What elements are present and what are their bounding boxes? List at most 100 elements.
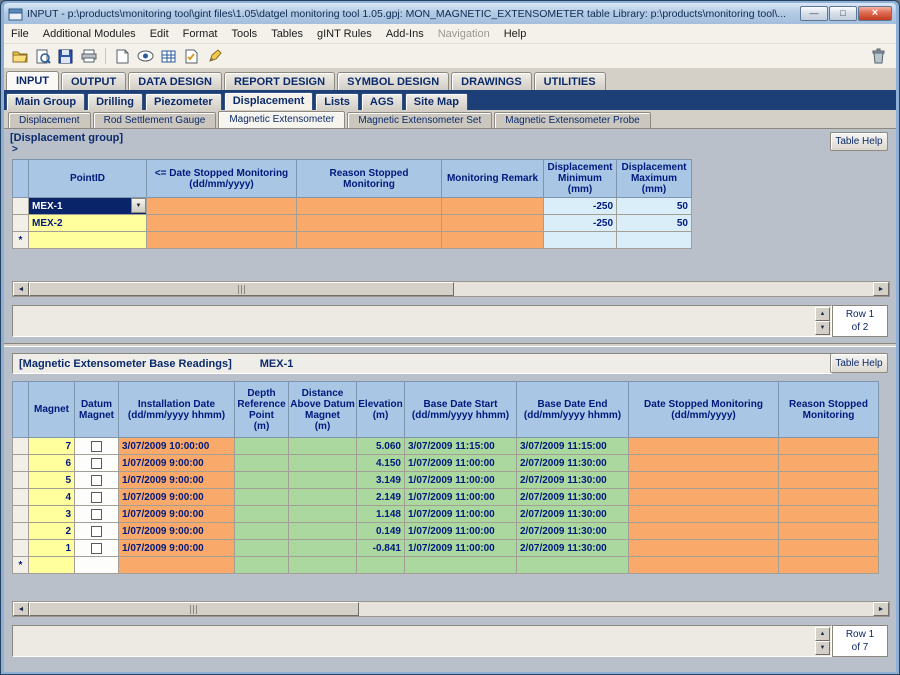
tab-displacement[interactable]: Displacement [8,112,91,128]
magnet-cell[interactable]: 7 [29,438,75,455]
tab-symbol-design[interactable]: SYMBOL DESIGN [337,72,449,90]
elevation-cell[interactable]: 2.149 [357,489,405,506]
datum-magnet-checkbox[interactable] [91,458,102,469]
distance-above-cell[interactable] [289,438,357,455]
maximize-button[interactable]: □ [829,6,857,21]
tab-drilling[interactable]: Drilling [87,93,143,110]
table-help-button[interactable]: Table Help [830,353,888,373]
menu-help[interactable]: Help [497,26,534,42]
design-pencil-icon[interactable] [204,46,225,66]
magnet-cell[interactable]: 5 [29,472,75,489]
document-icon[interactable] [112,46,133,66]
installation-date-cell[interactable]: 1/07/2009 9:00:00 [119,523,235,540]
disp-min-cell[interactable] [544,232,617,249]
magnet-cell[interactable]: 1 [29,540,75,557]
tab-piezometer[interactable]: Piezometer [145,93,222,110]
scroll-down-button[interactable]: ▼ [815,321,830,335]
installation-date-cell[interactable]: 3/07/2009 10:00:00 [119,438,235,455]
date-stopped-cell[interactable] [629,557,779,574]
tab-utilities[interactable]: UTILITIES [534,72,606,90]
depth-reference-cell[interactable] [235,557,289,574]
distance-above-cell[interactable] [289,523,357,540]
print-icon[interactable] [78,46,99,66]
scroll-down-button[interactable]: ▼ [815,641,830,655]
date-stopped-cell[interactable] [147,215,297,232]
distance-above-cell[interactable] [289,472,357,489]
installation-date-cell[interactable]: 1/07/2009 9:00:00 [119,455,235,472]
installation-date-cell[interactable]: 1/07/2009 9:00:00 [119,540,235,557]
reason-stopped-cell[interactable] [297,198,442,215]
scroll-up-button[interactable]: ▲ [815,627,830,641]
date-stopped-cell[interactable] [629,506,779,523]
datum-magnet-checkbox[interactable] [91,526,102,537]
date-stopped-cell[interactable] [629,489,779,506]
base-date-start-cell[interactable]: 1/07/2009 11:00:00 [405,523,517,540]
distance-above-cell[interactable] [289,506,357,523]
remark-memo-box[interactable]: ▲ ▼ [12,625,832,657]
base-date-end-cell[interactable]: 2/07/2009 11:30:00 [517,523,629,540]
new-row-marker[interactable]: * [13,232,29,249]
eye-preview-icon[interactable] [135,46,156,66]
monitoring-remark-cell[interactable] [442,198,544,215]
date-stopped-cell[interactable] [629,438,779,455]
depth-reference-cell[interactable] [235,472,289,489]
reason-stopped-cell[interactable] [779,506,879,523]
remark-memo-box[interactable]: ▲ ▼ [12,305,832,337]
save-icon[interactable] [55,46,76,66]
installation-date-cell[interactable]: 1/07/2009 9:00:00 [119,506,235,523]
tab-magnetic-extensometer[interactable]: Magnetic Extensometer [218,111,345,128]
distance-above-cell[interactable] [289,455,357,472]
print-preview-icon[interactable] [32,46,53,66]
row-selector[interactable] [13,540,29,557]
tab-rod-settlement-gauge[interactable]: Rod Settlement Gauge [93,112,217,128]
menu-add-ins[interactable]: Add-Ins [379,26,431,42]
date-stopped-cell[interactable] [629,455,779,472]
magnet-cell[interactable]: 4 [29,489,75,506]
row-selector[interactable] [13,523,29,540]
disp-max-cell[interactable]: 50 [617,198,692,215]
base-date-end-cell[interactable]: 3/07/2009 11:15:00 [517,438,629,455]
pointid-cell[interactable]: MEX-2 [29,215,147,232]
datum-magnet-checkbox[interactable] [91,441,102,452]
row-selector[interactable] [13,472,29,489]
tab-ags[interactable]: AGS [361,93,403,110]
datum-magnet-cell[interactable] [75,523,119,540]
scroll-left-button[interactable]: ◄ [13,282,29,296]
menu-tools[interactable]: Tools [225,26,265,42]
monitoring-remark-cell[interactable] [442,232,544,249]
disp-min-cell[interactable]: -250 [544,198,617,215]
tab-drawings[interactable]: DRAWINGS [451,72,532,90]
tab-site-map[interactable]: Site Map [405,93,468,110]
reason-stopped-cell[interactable] [779,557,879,574]
pointid-cell[interactable] [29,232,147,249]
scroll-right-button[interactable]: ► [873,602,889,616]
depth-reference-cell[interactable] [235,438,289,455]
datum-magnet-checkbox[interactable] [91,475,102,486]
row-selector[interactable] [13,215,29,232]
date-stopped-cell[interactable] [629,472,779,489]
datum-magnet-cell[interactable] [75,506,119,523]
tab-report-design[interactable]: REPORT DESIGN [224,72,335,90]
disp-max-cell[interactable] [617,232,692,249]
elevation-cell[interactable]: 3.149 [357,472,405,489]
datum-magnet-cell[interactable] [75,472,119,489]
row-selector[interactable] [13,489,29,506]
datum-magnet-cell[interactable] [75,557,119,574]
new-page-icon[interactable] [181,46,202,66]
date-stopped-cell[interactable] [147,232,297,249]
open-folder-icon[interactable] [9,46,30,66]
menu-format[interactable]: Format [176,26,225,42]
depth-reference-cell[interactable] [235,489,289,506]
base-date-start-cell[interactable]: 1/07/2009 11:00:00 [405,506,517,523]
magnet-cell[interactable] [29,557,75,574]
reason-stopped-cell[interactable] [297,215,442,232]
row-selector[interactable] [13,455,29,472]
date-stopped-cell[interactable] [147,198,297,215]
base-date-start-cell[interactable]: 1/07/2009 11:00:00 [405,489,517,506]
base-date-end-cell[interactable]: 2/07/2009 11:30:00 [517,455,629,472]
title-bar[interactable]: INPUT - p:\products\monitoring tool\gint… [4,3,896,24]
installation-date-cell[interactable]: 1/07/2009 9:00:00 [119,489,235,506]
reason-stopped-cell[interactable] [297,232,442,249]
scrollbar-track[interactable] [29,282,873,296]
table-grid-icon[interactable] [158,46,179,66]
